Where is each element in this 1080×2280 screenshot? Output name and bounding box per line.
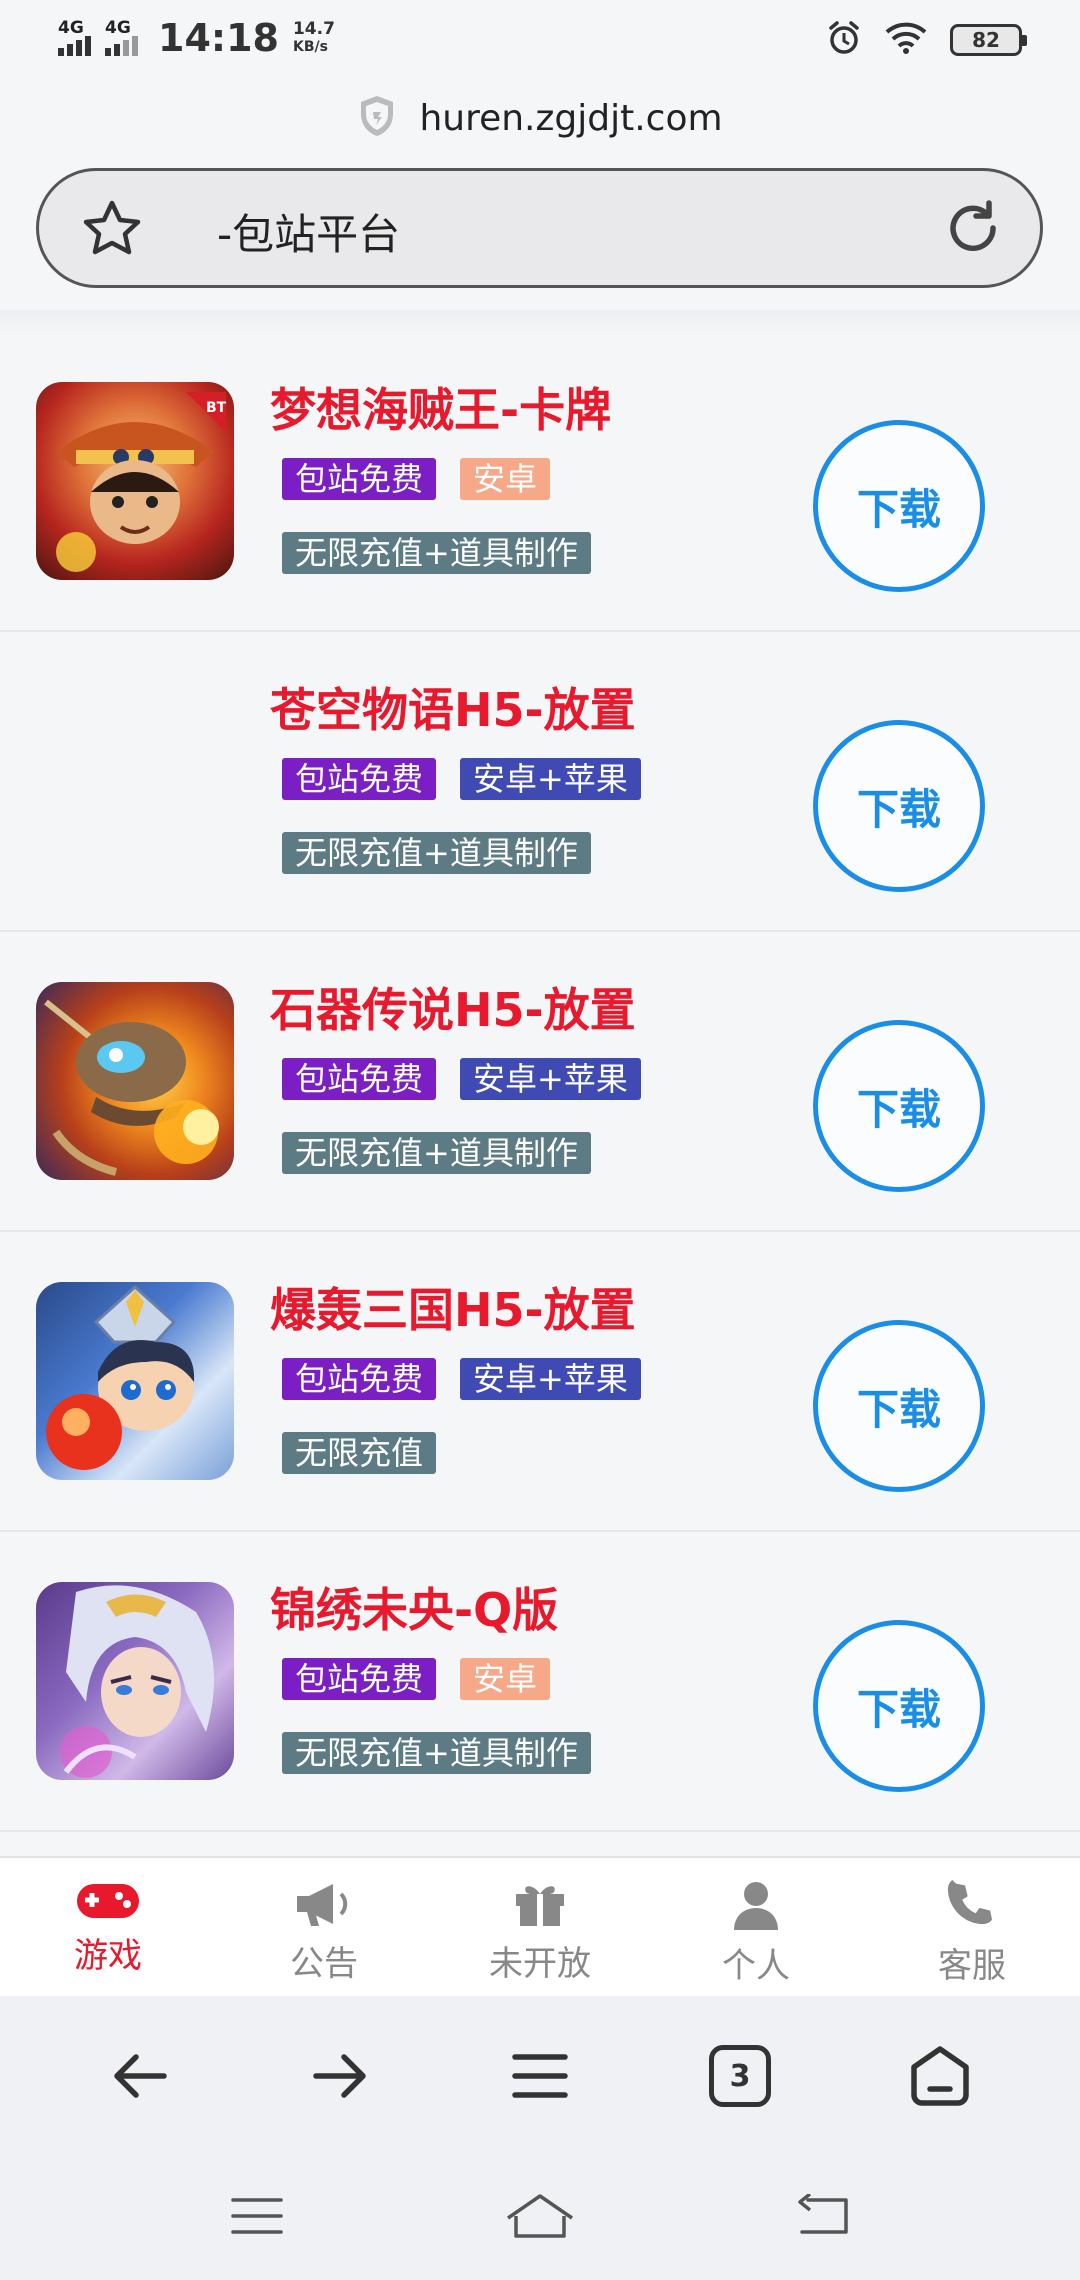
network-type-2: 4G [105,18,131,38]
game-row[interactable]: 石器传说H5-放置 包站免费 安卓+苹果 无限充值+道具制作 下载 [0,932,1080,1232]
gamepad-icon [75,1880,141,1924]
tag-free: 包站免费 [282,1658,437,1700]
recent-apps-icon[interactable] [230,2196,284,2240]
tag-feature: 无限充值+道具制作 [282,832,591,874]
tag-platform: 安卓+苹果 [460,758,641,800]
tag-free: 包站免费 [282,1058,437,1100]
tag-platform: 安卓 [460,458,551,500]
game-name[interactable]: 锦绣未央-Q版 [270,1574,558,1640]
megaphone-icon [293,1880,355,1932]
speed-value: 14.7 [292,19,335,39]
download-button[interactable]: 下载 [813,1620,985,1792]
tag-feature: 无限充值+道具制作 [282,532,591,574]
game-row[interactable]: 苍空物语H5-放置 包站免费 安卓+苹果 无限充值+道具制作 下载 [0,632,1080,932]
tab-profile[interactable]: 个人 [648,1858,864,1996]
hamburger-icon [512,2054,568,2098]
browser-nav-bar: 3 [0,1996,1080,2156]
tag-free: 包站免费 [282,458,437,500]
tab-games[interactable]: 游戏 [0,1858,216,1996]
system-nav-bar [0,2156,1080,2280]
game-row[interactable]: 锦绣未央-Q版 包站免费 安卓 无限充值+道具制作 下载 [0,1532,1080,1832]
game-row[interactable]: BT 梦想海贼王-卡牌 包站免费 安卓 无限充值+道具制作 下载 [0,332,1080,632]
tag-group: 包站免费 安卓+苹果 [282,1358,641,1400]
status-bar: 4G 4G 14:18 14.7 KB/s 82 [0,0,1080,80]
system-home-icon[interactable] [504,2192,576,2244]
tab-label: 未开放 [489,1944,591,1984]
signal-bars-icon [58,36,91,56]
tag-platform: 安卓+苹果 [460,1358,641,1400]
shield-icon [357,94,397,142]
tab-customer-service[interactable]: 客服 [864,1858,1080,1996]
tag-group: 包站免费 安卓 [282,1658,551,1700]
svg-text:BT: BT [206,400,227,416]
game-icon-dragon[interactable] [36,982,234,1180]
menu-button[interactable] [486,2022,594,2130]
address-bar[interactable]: -包站平台 [36,168,1043,288]
tabs-button[interactable]: 3 [686,2022,794,2130]
signal-1: 4G [58,20,91,56]
home-icon [911,2046,969,2106]
game-row[interactable]: 爆轰三国H5-放置 包站免费 安卓+苹果 无限充值 下载 [0,1232,1080,1532]
network-speed: 14.7 KB/s [293,20,335,56]
back-button[interactable] [86,2022,194,2130]
url-text[interactable]: huren.zgjdjt.com [419,98,722,139]
tab-announcements[interactable]: 公告 [216,1858,432,1996]
game-icon-goddess[interactable] [36,1582,234,1780]
tab-label: 公告 [290,1944,358,1984]
battery-indicator: 82 [950,24,1027,56]
tag-feature: 无限充值+道具制作 [282,1132,591,1174]
download-button[interactable]: 下载 [813,1020,985,1192]
forward-button[interactable] [286,2022,394,2130]
tab-not-open[interactable]: 未开放 [432,1858,648,1996]
tab-count: 3 [729,2058,751,2094]
game-name[interactable]: 爆轰三国H5-放置 [270,1274,636,1340]
person-icon [732,1880,780,1934]
star-icon[interactable] [81,199,143,263]
wifi-icon [884,21,928,59]
page-title: -包站平台 [217,210,401,259]
tag-feature: 无限充值+道具制作 [282,1732,591,1774]
system-back-icon[interactable] [796,2192,850,2242]
tab-label: 个人 [722,1946,790,1986]
status-right: 82 [826,20,1027,60]
status-left: 4G 4G 14:18 14.7 KB/s [58,16,335,60]
alarm-icon [826,20,862,60]
phone-icon [947,1880,997,1934]
tag-platform: 安卓+苹果 [460,1058,641,1100]
arrow-left-icon [114,2054,167,2098]
tag-group: 包站免费 安卓 [282,458,551,500]
download-button[interactable]: 下载 [813,720,985,892]
tabs-count-icon: 3 [709,2045,771,2107]
tag-free: 包站免费 [282,758,437,800]
game-icon-pirate[interactable]: BT [36,382,234,580]
game-name[interactable]: 石器传说H5-放置 [270,974,636,1040]
tag-platform: 安卓 [460,1658,551,1700]
game-name[interactable]: 苍空物语H5-放置 [270,674,636,740]
refresh-icon[interactable] [942,197,1004,263]
tag-group: 包站免费 安卓+苹果 [282,1058,641,1100]
clock: 14:18 [158,16,279,60]
signal-bars-icon [105,36,138,56]
signal-2: 4G [105,20,138,56]
tag-free: 包站免费 [282,1358,437,1400]
game-icon-warrior[interactable] [36,1282,234,1480]
game-name[interactable]: 梦想海贼王-卡牌 [270,374,611,440]
bottom-tab-bar: 游戏 公告 未开放 个人 客服 [0,1856,1080,1996]
home-button[interactable] [886,2022,994,2130]
download-button[interactable]: 下载 [813,1320,985,1492]
tab-label: 游戏 [74,1936,142,1976]
gift-icon [513,1880,567,1932]
tag-feature: 无限充值 [282,1432,437,1474]
tag-group: 包站免费 安卓+苹果 [282,758,641,800]
speed-unit: KB/s [292,39,328,55]
url-row[interactable]: huren.zgjdjt.com [0,86,1080,150]
arrow-right-icon [313,2054,366,2098]
download-button[interactable]: 下载 [813,420,985,592]
network-type-1: 4G [58,18,84,38]
game-list: BT 梦想海贼王-卡牌 包站免费 安卓 无限充值+道具制作 下载 苍空物语H5-… [0,332,1080,1832]
tab-label: 客服 [938,1946,1006,1986]
divider [0,310,1080,334]
